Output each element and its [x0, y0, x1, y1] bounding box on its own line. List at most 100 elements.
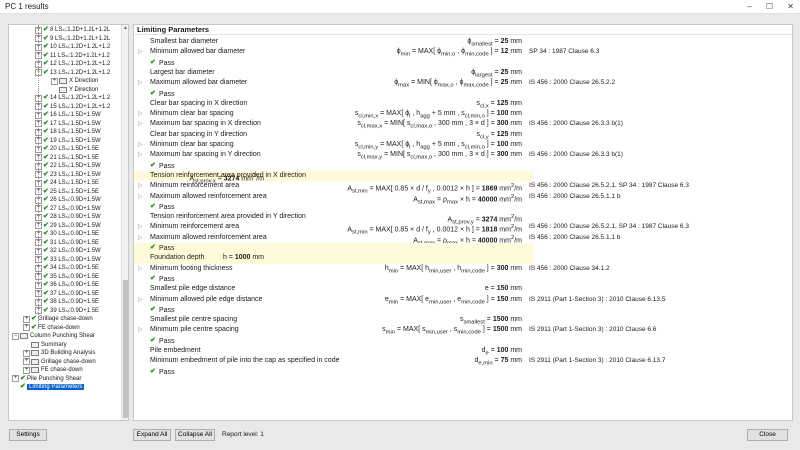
parameter-row[interactable]: ▷ Maximum bar spacing in Y direction scl,m…: [134, 150, 792, 160]
tree-item[interactable]: + ✔14 LSₛᵢ:1.2D+1.2L+1.2: [35, 94, 110, 103]
parameter-row[interactable]: ▷Maximum allowed reinforcement areaAst,m…: [134, 192, 792, 206]
pass-check-icon: ✔: [43, 247, 49, 254]
tree-item[interactable]: + ✔32 LSₛᵢ:0.9D+1.5W: [35, 247, 101, 256]
parameter-row[interactable]: ▷ Minimum reinforcement area Ast,min = MAX…: [134, 222, 792, 236]
parameter-row[interactable]: ▷Maximum allowed reinforcement areaAst,m…: [134, 233, 792, 247]
tree-item[interactable]: + ✔12 LSₛᵢ:1.2D+1.2L+1.2: [35, 60, 110, 69]
maximize-button[interactable]: ☐: [766, 2, 773, 11]
collapse-all-button[interactable]: Collapse All: [175, 429, 215, 441]
tree-item[interactable]: + ✔36 LSₛᵢ:0.9D+1.5E: [35, 281, 99, 290]
expand-icon[interactable]: +: [23, 358, 30, 366]
expand-arrow-icon[interactable]: ▷: [138, 47, 143, 57]
tree-item[interactable]: − ✔13 LSₛᵢ:1.2D+1.2L+1.2: [35, 69, 110, 78]
tree-item[interactable]: + ✔FE chase-down: [23, 324, 80, 333]
expand-arrow-icon[interactable]: ▷: [138, 181, 143, 191]
tree-item[interactable]: + ✔26 LSₛᵢ:0.9D+1.5W: [35, 196, 101, 205]
expand-arrow-icon[interactable]: ▷: [138, 140, 143, 150]
tree-item[interactable]: + ✔39 LSₛᵢ:0.9D+1.5E: [35, 307, 99, 316]
tree-item[interactable]: + ✔37 LSₛᵢ:0.9D+1.5E: [35, 290, 99, 299]
tree-item[interactable]: + ✔9 LSₛᵢ:1.2D+1.2L+1.2L: [35, 35, 110, 44]
parameter-row[interactable]: ▷ Minimum allowed bar diameter ϕmin = MAX[…: [134, 47, 792, 57]
parameter-row[interactable]: ▷ Minimum footing thickness hmin = MAX[ hm…: [134, 264, 792, 274]
expand-icon[interactable]: +: [23, 324, 30, 332]
expand-icon[interactable]: +: [23, 315, 30, 323]
close-window-button[interactable]: ✕: [787, 2, 794, 11]
tree-item[interactable]: + FE chase-down: [23, 366, 83, 375]
expand-arrow-icon[interactable]: ▷: [138, 192, 143, 202]
code-reference: IS 2911 (Part 1-Section 3) : 2010 Clause…: [529, 295, 666, 303]
parameter-row[interactable]: ▷ Minimum clear bar spacing scl,min,x = MA…: [134, 109, 792, 119]
expand-icon[interactable]: +: [51, 77, 58, 85]
tree-item[interactable]: + ✔38 LSₛᵢ:0.9D+1.5E: [35, 298, 99, 307]
tree-item[interactable]: + ✔30 LSₛᵢ:0.9D+1.5E: [35, 230, 99, 239]
parameter-row[interactable]: ▷ Maximum allowed bar diameter ϕmax = MIN[…: [134, 78, 792, 88]
tree-item[interactable]: + ✔Pile Punching Shear: [12, 375, 81, 384]
expand-icon[interactable]: +: [23, 349, 30, 357]
tree-item[interactable]: + ✔22 LSₛᵢ:1.5D+1.5W: [35, 162, 101, 171]
settings-button[interactable]: Settings: [9, 429, 47, 441]
expand-arrow-icon[interactable]: ▷: [138, 109, 143, 119]
tree-item[interactable]: + ✔10 LSₛᵢ:1.2D+1.2L+1.2: [35, 43, 110, 52]
parameter-label: Minimum footing thickness: [150, 264, 233, 272]
tree-item[interactable]: + ✔33 LSₛᵢ:0.9D+1.5W: [35, 256, 101, 265]
tree-item[interactable]: + ✔8 LSₛᵢ:1.2D+1.2L+1.2L: [35, 26, 110, 35]
expand-all-button[interactable]: Expand All: [133, 429, 171, 441]
tree-item[interactable]: + ✔20 LSₛᵢ:1.5D+1.5E: [35, 145, 99, 154]
tree-item[interactable]: + ✔21 LSₛᵢ:1.5D+1.5E: [35, 154, 99, 163]
scroll-up-icon[interactable]: ▲: [122, 25, 128, 33]
tree-item[interactable]: + ✔16 LSₛᵢ:1.5D+1.5W: [35, 111, 101, 120]
results-node-icon: [59, 78, 67, 85]
collapse-icon[interactable]: −: [12, 332, 19, 340]
scroll-thumb[interactable]: [123, 280, 128, 418]
tree-item[interactable]: + ✔31 LSₛᵢ:0.9D+1.5E: [35, 239, 99, 248]
expand-arrow-icon[interactable]: ▷: [138, 264, 143, 274]
close-button[interactable]: Close: [747, 429, 788, 441]
tree-item[interactable]: ✔ Limiting Parameters: [12, 383, 85, 392]
pass-status: ✔ Pass: [150, 367, 175, 378]
tree-item[interactable]: + ✔27 LSₛᵢ:0.9D+1.5W: [35, 205, 101, 214]
tree-item[interactable]: + ✔Grillage chase-down: [23, 315, 93, 324]
expand-arrow-icon[interactable]: ▷: [138, 295, 143, 305]
expand-arrow-icon[interactable]: ▷: [138, 119, 143, 129]
tree-item[interactable]: + ✔18 LSₛᵢ:1.5D+1.5W: [35, 128, 101, 137]
tree-item[interactable]: + ✔19 LSₛᵢ:1.5D+1.5W: [35, 137, 101, 146]
tree-item[interactable]: − Column Punching Shear: [12, 332, 95, 341]
tree-item[interactable]: +3D Building Analysis: [23, 349, 95, 358]
parameter-row[interactable]: ▷ Maximum bar spacing in X direction scl,m…: [134, 119, 792, 129]
tree-item-label: Y Direction: [69, 86, 99, 93]
tree-item[interactable]: + ✔25 LSₛᵢ:1.5D+1.5E: [35, 188, 99, 197]
tree-item[interactable]: Summary: [23, 341, 67, 350]
tree-item[interactable]: + ✔34 LSₛᵢ:0.9D+1.5E: [35, 264, 99, 273]
parameter-row[interactable]: ▷ Minimum clear bar spacing scl,min,y = MA…: [134, 140, 792, 150]
tree-item[interactable]: + ✔11 LSₛᵢ:1.2D+1.2L+1.2: [35, 52, 110, 61]
tree-item[interactable]: + Grillage chase-down: [23, 358, 96, 367]
expand-arrow-icon[interactable]: ▷: [138, 233, 143, 243]
pass-check-icon: ✔: [43, 306, 49, 314]
expand-arrow-icon[interactable]: ▷: [138, 222, 143, 232]
expand-arrow-icon[interactable]: ▷: [138, 325, 143, 335]
tree-item[interactable]: + ✔23 LSₛᵢ:1.5D+1.5W: [35, 171, 101, 180]
pass-check-icon: ✔: [43, 128, 49, 135]
expand-arrow-icon[interactable]: ▷: [138, 78, 143, 88]
tree-item-label: Column Punching Shear: [30, 333, 96, 339]
parameter-row[interactable]: ▷ Minimum reinforcement area Ast,min = MAX…: [134, 181, 792, 195]
expand-icon[interactable]: +: [12, 375, 19, 383]
tree-item[interactable]: + ✔17 LSₛᵢ:1.5D+1.5W: [35, 120, 101, 129]
tree-item-label: 19 LSₛᵢ:1.5D+1.5W: [50, 137, 101, 144]
tree-item[interactable]: + ✔15 LSₛᵢ:1.2D+1.2L+1.2: [35, 103, 110, 112]
pass-label: Pass: [159, 245, 175, 252]
tree-item[interactable]: + X Direction: [51, 77, 98, 86]
tree-item[interactable]: Y Direction: [51, 86, 98, 95]
tree-item[interactable]: + ✔29 LSₛᵢ:0.9D+1.5W: [35, 222, 101, 231]
expand-icon[interactable]: +: [23, 366, 30, 374]
minimize-button[interactable]: –: [747, 2, 751, 11]
expand-arrow-icon[interactable]: ▷: [138, 150, 143, 160]
tree-item[interactable]: + ✔35 LSₛᵢ:0.9D+1.5E: [35, 273, 99, 282]
parameter-row[interactable]: ▷ Minimum allowed pile edge distance emin …: [134, 295, 792, 305]
parameter-row[interactable]: ▷ Minimum pile centre spacing smin = MAX[ …: [134, 325, 792, 335]
pass-check-icon: ✔: [43, 238, 49, 246]
tree-scrollbar[interactable]: ▲: [121, 25, 128, 420]
tree-item[interactable]: + ✔24 LSₛᵢ:1.5D+1.5E: [35, 179, 99, 188]
title-bar: PC 1 results – ☐ ✕: [0, 0, 800, 14]
tree-item[interactable]: + ✔28 LSₛᵢ:0.9D+1.5W: [35, 213, 101, 222]
